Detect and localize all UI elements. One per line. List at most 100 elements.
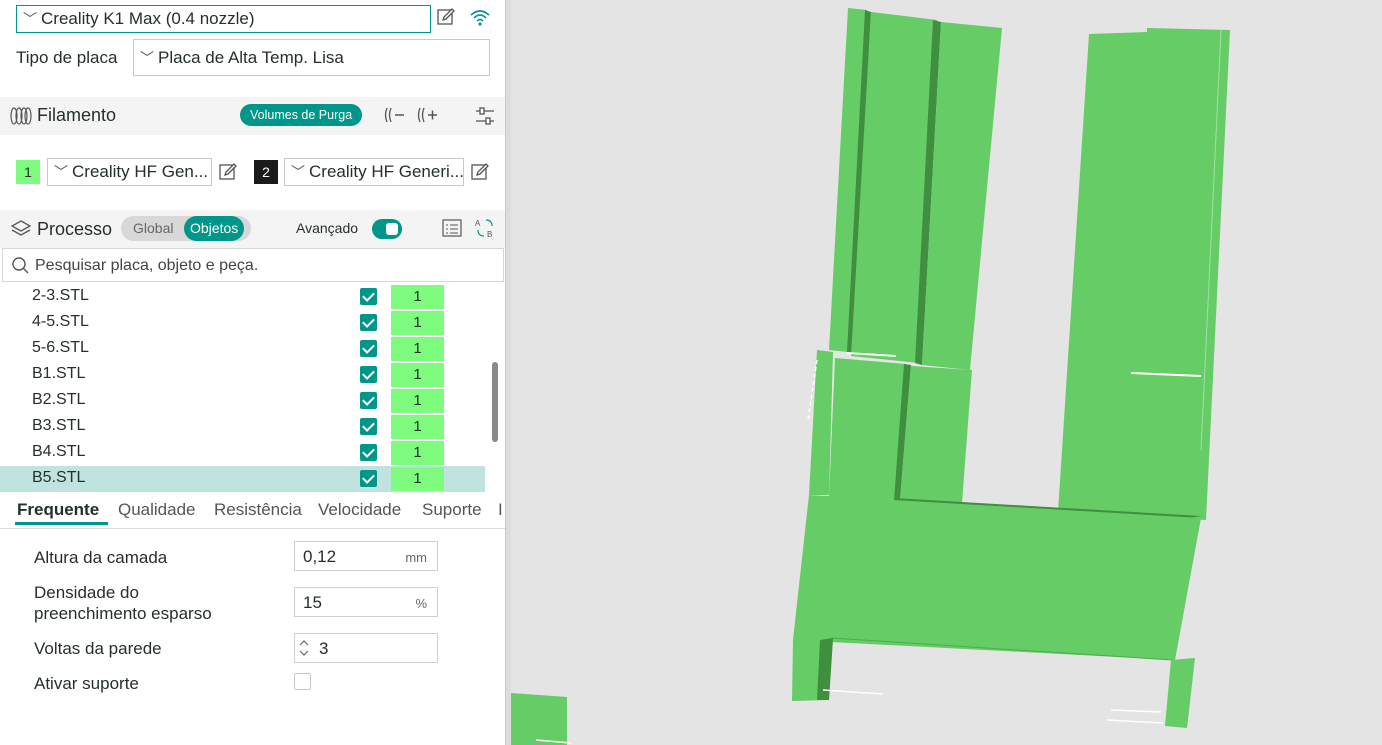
tab-resistencia[interactable]: Resistência bbox=[214, 500, 302, 520]
wall-loops-label: Voltas da parede bbox=[34, 639, 162, 658]
filament-slot-1-name: Creality HF Gen... bbox=[72, 162, 209, 181]
filament-slot-2-name: Creality HF Generi... bbox=[309, 162, 464, 181]
object-name: B2.STL bbox=[32, 391, 86, 408]
filament-settings-icon[interactable] bbox=[474, 105, 496, 132]
filament-slot-1-select[interactable]: ﹀ Creality HF Gen... bbox=[47, 158, 212, 186]
plate-type-label: Tipo de placa bbox=[16, 48, 118, 67]
edit-filament-1-icon[interactable] bbox=[218, 162, 238, 187]
base-crossbar[interactable] bbox=[793, 495, 1201, 660]
wall-loops-value: 3 bbox=[319, 639, 329, 658]
process-header: Processo Global Objetos Avançado AB bbox=[0, 210, 505, 248]
remove-filament-icon[interactable] bbox=[384, 105, 406, 130]
enable-support-checkbox[interactable] bbox=[294, 673, 311, 690]
object-row[interactable]: B3.STL 1 bbox=[0, 414, 485, 440]
global-objects-toggle[interactable]: Global Objetos bbox=[121, 216, 251, 241]
object-row[interactable]: 4-5.STL 1 bbox=[0, 310, 485, 336]
object-checkbox[interactable] bbox=[360, 340, 377, 357]
object-extruder[interactable]: 1 bbox=[391, 389, 444, 413]
object-extruder[interactable]: 1 bbox=[391, 337, 444, 361]
object-extruder[interactable]: 1 bbox=[391, 467, 444, 491]
advanced-switch[interactable] bbox=[372, 219, 402, 239]
object-extruder[interactable]: 1 bbox=[391, 441, 444, 465]
edit-printer-icon[interactable] bbox=[436, 7, 456, 30]
plate-type-select[interactable]: ﹀ Placa de Alta Temp. Lisa bbox=[133, 39, 490, 76]
svg-text:A: A bbox=[475, 219, 481, 228]
svg-text:B: B bbox=[487, 230, 492, 239]
filament-slot-2-badge[interactable]: 2 bbox=[254, 160, 278, 184]
object-search-box[interactable]: Pesquisar placa, objeto e peça. bbox=[2, 248, 504, 282]
tab-frequente[interactable]: Frequente bbox=[17, 500, 99, 520]
tab-velocidade[interactable]: Velocidade bbox=[318, 500, 401, 520]
toggle-global-option[interactable]: Global bbox=[133, 220, 173, 236]
left-lower-block[interactable] bbox=[809, 350, 833, 495]
3d-viewport[interactable] bbox=[511, 0, 1382, 745]
object-row[interactable]: B2.STL 1 bbox=[0, 388, 485, 414]
chevron-down-icon: ﹀ bbox=[54, 164, 68, 180]
layer-height-label: Altura da camada bbox=[34, 548, 168, 567]
printer-select[interactable]: ﹀ Creality K1 Max (0.4 nozzle) bbox=[16, 5, 431, 33]
advanced-label: Avançado bbox=[296, 220, 359, 236]
tab-qualidade[interactable]: Qualidade bbox=[118, 500, 196, 520]
filament-slot-1-badge[interactable]: 1 bbox=[16, 160, 40, 184]
object-checkbox[interactable] bbox=[360, 366, 377, 383]
filament-title: Filamento bbox=[37, 105, 117, 125]
object-checkbox[interactable] bbox=[360, 314, 377, 331]
purge-volumes-button[interactable]: Volumes de Purga bbox=[240, 104, 363, 126]
edit-filament-2-icon[interactable] bbox=[470, 162, 490, 187]
object-list-scrollbar[interactable] bbox=[492, 362, 498, 442]
object-checkbox[interactable] bbox=[360, 418, 377, 435]
wall-loops-stepper[interactable]: 3 bbox=[294, 633, 438, 663]
tab-overflow[interactable]: I bbox=[498, 500, 503, 520]
filament-slot-2-select[interactable]: ﹀ Creality HF Generi... bbox=[284, 158, 464, 186]
process-title: Processo bbox=[37, 219, 113, 239]
search-icon bbox=[11, 256, 29, 279]
object-checkbox[interactable] bbox=[360, 392, 377, 409]
right-leg[interactable] bbox=[1165, 658, 1195, 728]
partial-object[interactable] bbox=[511, 693, 567, 745]
search-placeholder: Pesquisar placa, objeto e peça. bbox=[35, 257, 259, 274]
plate-type-value: Placa de Alta Temp. Lisa bbox=[158, 47, 344, 67]
leg-highlight bbox=[1110, 709, 1162, 713]
chevron-down-icon: ﹀ bbox=[23, 11, 37, 27]
settings-sidebar: ﹀ Creality K1 Max (0.4 nozzle) Tipo de p… bbox=[0, 0, 505, 745]
object-name: 2-3.STL bbox=[32, 287, 89, 304]
object-row[interactable]: B1.STL 1 bbox=[0, 362, 485, 388]
object-checkbox[interactable] bbox=[360, 444, 377, 461]
left-lower-right-face[interactable] bbox=[900, 366, 972, 503]
active-tab-underline bbox=[15, 522, 108, 525]
chevron-down-icon: ﹀ bbox=[140, 49, 154, 66]
object-name: 5-6.STL bbox=[32, 339, 89, 356]
infill-density-unit: % bbox=[415, 596, 427, 611]
layer-height-field[interactable]: 0,12 mm bbox=[294, 541, 438, 571]
object-row[interactable]: B4.STL 1 bbox=[0, 440, 485, 466]
leg-highlight bbox=[822, 689, 884, 695]
layers-icon bbox=[10, 219, 32, 244]
list-settings-icon[interactable] bbox=[442, 218, 462, 243]
stepper-arrows-icon[interactable] bbox=[297, 638, 311, 663]
add-filament-icon[interactable] bbox=[417, 105, 439, 130]
toggle-objects-option[interactable]: Objetos bbox=[184, 216, 245, 241]
object-row[interactable]: 5-6.STL 1 bbox=[0, 336, 485, 362]
object-extruder[interactable]: 1 bbox=[391, 311, 444, 335]
object-checkbox[interactable] bbox=[360, 288, 377, 305]
layer-height-unit: mm bbox=[405, 550, 427, 565]
object-name: B1.STL bbox=[32, 365, 86, 382]
object-extruder[interactable]: 1 bbox=[391, 363, 444, 387]
object-row-selected[interactable]: B5.STL 1 bbox=[0, 466, 485, 492]
right-column[interactable] bbox=[1058, 28, 1230, 520]
object-name: B3.STL bbox=[32, 417, 86, 434]
left-lower-block-face[interactable] bbox=[829, 358, 906, 500]
infill-label-line1: Densidade do bbox=[34, 583, 139, 602]
infill-density-field[interactable]: 15 % bbox=[294, 587, 438, 617]
object-extruder[interactable]: 1 bbox=[391, 415, 444, 439]
leg-highlight bbox=[1106, 719, 1164, 724]
printer-name: Creality K1 Max (0.4 nozzle) bbox=[41, 9, 255, 28]
filament-header: Filamento Volumes de Purga bbox=[0, 97, 505, 135]
wifi-icon[interactable] bbox=[469, 7, 491, 30]
object-checkbox[interactable] bbox=[360, 470, 377, 487]
object-row[interactable]: 2-3.STL 1 bbox=[0, 284, 485, 310]
model-render[interactable] bbox=[511, 0, 1382, 745]
object-extruder[interactable]: 1 bbox=[391, 285, 444, 309]
tab-suporte[interactable]: Suporte bbox=[422, 500, 482, 520]
compare-ab-icon[interactable]: AB bbox=[474, 217, 496, 244]
